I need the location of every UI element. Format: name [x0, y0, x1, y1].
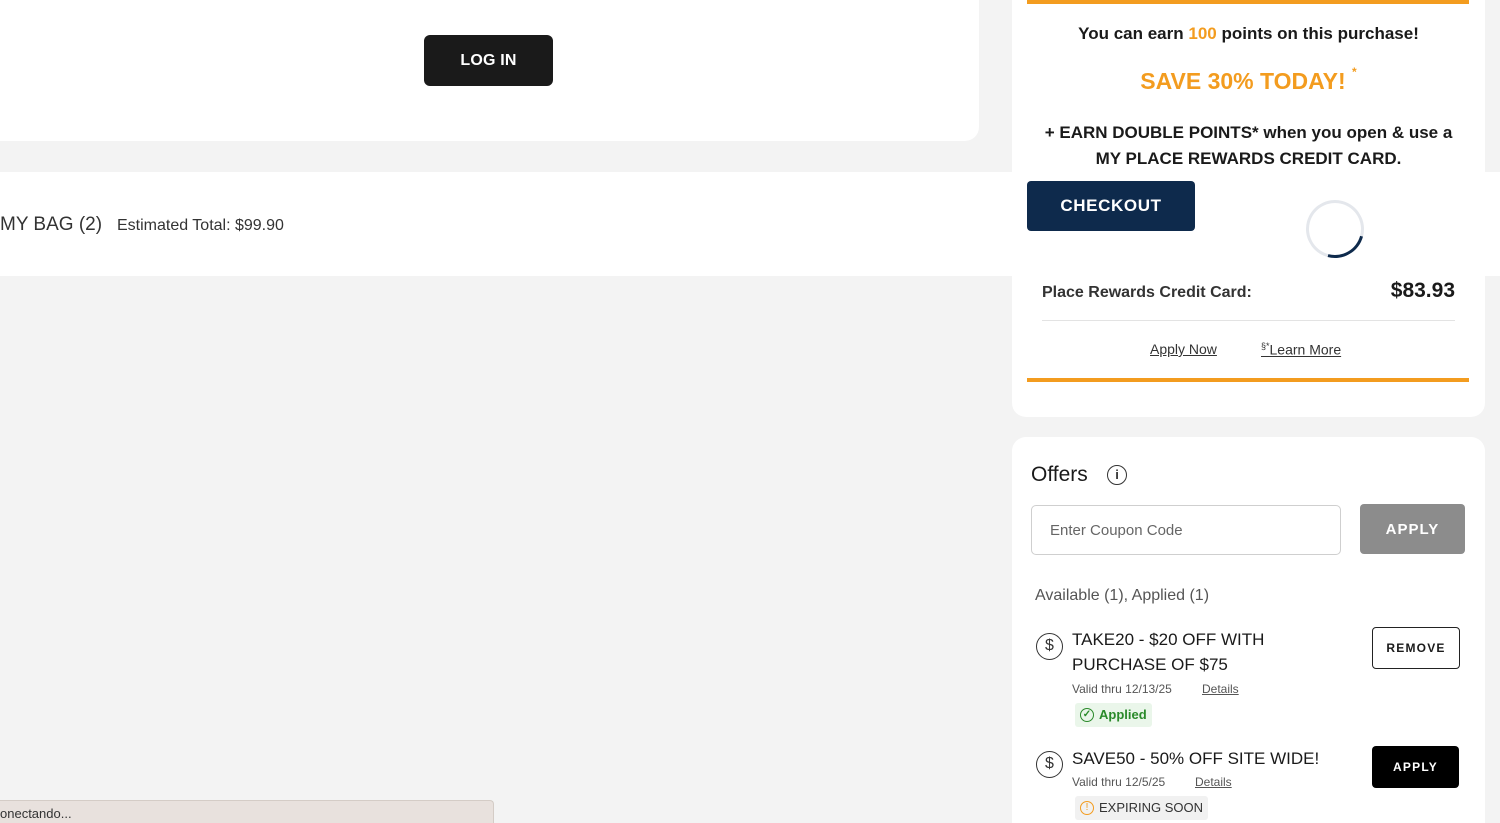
apply-offer-button[interactable]: APPLY — [1372, 746, 1459, 788]
log-in-button[interactable]: LOG IN — [424, 35, 553, 86]
browser-status-bar: onectando... — [0, 800, 494, 823]
info-icon[interactable]: i — [1107, 465, 1127, 485]
loading-spinner-icon — [1295, 189, 1375, 269]
credit-card-price-label: Place Rewards Credit Card: — [1042, 284, 1252, 301]
learn-more-footnote: §* — [1261, 341, 1270, 351]
earn-points-message: You can earn 100 points on this purchase… — [1012, 24, 1485, 44]
sticky-bag-bar: MY BAG (2) Estimated Total: $99.90 CHECK… — [0, 172, 1500, 276]
coupon-code-input[interactable] — [1031, 505, 1341, 555]
offers-card: Offers i APPLY Available (1), Applied (1… — [1012, 437, 1485, 823]
offer-title: TAKE20 - $20 OFF WITH PURCHASE OF $75 — [1072, 630, 1265, 674]
offer-details-link[interactable]: Details — [1195, 775, 1232, 789]
save-text: SAVE 30% TODAY! — [1140, 68, 1346, 94]
login-card: LOG IN — [0, 0, 979, 141]
offer-details-link[interactable]: Details — [1202, 682, 1239, 696]
earn-prefix: You can earn — [1078, 24, 1189, 43]
save-footnote-mark: * — [1352, 65, 1357, 80]
credit-card-price: $83.93 — [1390, 279, 1455, 302]
double-points-message: + EARN DOUBLE POINTS* when you open & us… — [1044, 123, 1453, 168]
my-bag-label: MY BAG (2) — [0, 214, 103, 235]
expiring-soon-badge: ! EXPIRING SOON — [1075, 796, 1209, 820]
rewards-top-divider — [1027, 0, 1469, 4]
rewards-bottom-divider — [1027, 378, 1469, 382]
offer-valid-date: Valid thru 12/5/25 — [1072, 775, 1166, 789]
check-circle-icon: ✓ — [1080, 708, 1094, 722]
offers-title: Offers — [1031, 463, 1088, 486]
applied-badge: ✓ Applied — [1075, 703, 1152, 727]
credit-card-divider — [1042, 320, 1455, 321]
earn-points-value: 100 — [1188, 24, 1217, 43]
estimated-total: Estimated Total: $99.90 — [117, 217, 284, 234]
learn-more-label: Learn More — [1269, 341, 1342, 358]
dollar-icon: $ — [1036, 751, 1063, 778]
expiring-badge-label: EXPIRING SOON — [1099, 800, 1204, 815]
earn-suffix: points on this purchase! — [1216, 24, 1419, 43]
offer-counts: Available (1), Applied (1) — [1035, 587, 1210, 604]
coupon-apply-button[interactable]: APPLY — [1360, 504, 1465, 554]
clock-icon: ! — [1080, 801, 1094, 815]
dollar-icon: $ — [1036, 633, 1063, 660]
checkout-button[interactable]: CHECKOUT — [1027, 181, 1195, 231]
offer-valid-date: Valid thru 12/13/25 — [1072, 682, 1172, 696]
remove-offer-button[interactable]: REMOVE — [1372, 627, 1460, 669]
learn-more-link[interactable]: §*Learn More — [1261, 341, 1341, 358]
save-today-message: SAVE 30% TODAY! * — [1012, 65, 1485, 95]
offer-title: SAVE50 - 50% OFF SITE WIDE! — [1072, 749, 1320, 768]
applied-badge-label: Applied — [1099, 707, 1147, 722]
apply-now-link[interactable]: Apply Now — [1150, 341, 1217, 357]
